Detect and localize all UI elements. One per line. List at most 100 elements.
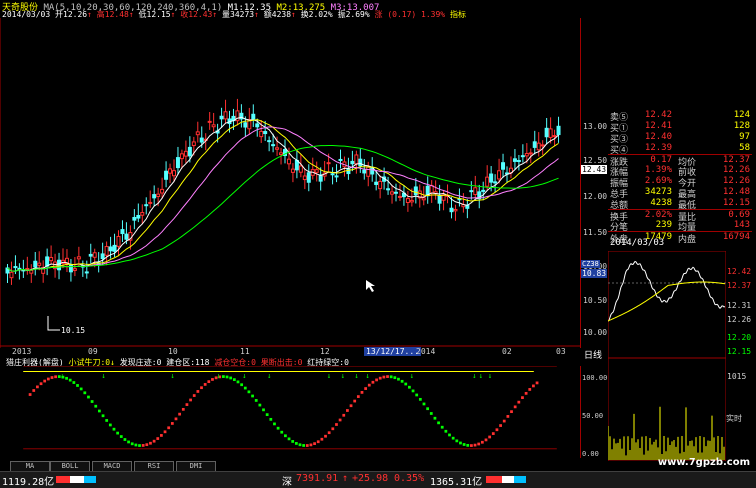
- price-label-1200: 12.00: [583, 192, 608, 201]
- indicator-step: [386, 375, 389, 378]
- low-marker-label: 10.15: [61, 326, 85, 335]
- quote-row: 买① 12.41 128: [608, 121, 752, 134]
- indicator-step: [90, 400, 94, 403]
- indicator-step: [87, 395, 90, 399]
- candle: [552, 135, 557, 138]
- indicator-step: [156, 437, 160, 440]
- candle: [9, 271, 14, 279]
- indicator-step: [68, 378, 72, 382]
- candle: [13, 266, 18, 269]
- indicator-step: [76, 384, 79, 387]
- arrow-down-icon: ↓: [488, 371, 492, 380]
- quote-value-2: 12.37: [722, 155, 750, 165]
- indicator-step: [251, 394, 254, 398]
- candle: [489, 173, 494, 183]
- arrow-down-icon: ↓: [354, 371, 358, 380]
- daily-label[interactable]: 日线: [584, 348, 602, 361]
- candle: [556, 125, 561, 136]
- current-price-tag: 12.43: [581, 165, 608, 174]
- candle: [275, 147, 280, 150]
- indicator-step: [364, 387, 368, 390]
- indicator-step: [418, 397, 422, 401]
- indicator-arrows: ↓ ↓ ↓ ↓ ↓ ↓ ↓ ↓ ↓ ↓ ↓ ↓ ↓ ↓: [60, 371, 492, 380]
- indicator-step: [225, 375, 229, 379]
- indicator-step: [455, 439, 459, 443]
- indicator-step: [400, 379, 404, 383]
- indicator-step: [389, 375, 393, 379]
- date-label-03: 03: [556, 347, 566, 356]
- candle: [469, 190, 474, 193]
- candle: [548, 128, 553, 138]
- candle: [497, 170, 502, 180]
- indicator-step: [134, 443, 138, 447]
- mini-price-5: 12.20: [727, 333, 752, 342]
- candle: [104, 246, 109, 256]
- indicator-step: [207, 380, 211, 384]
- intraday-price-group: [608, 260, 726, 322]
- candle: [112, 244, 117, 252]
- candle: [481, 189, 486, 192]
- indicator-scale: 100.00 50.00 0.00: [580, 366, 609, 458]
- candle: [267, 140, 272, 143]
- indicator-step: [105, 419, 109, 422]
- indicator-step: [79, 387, 83, 391]
- candle: [37, 262, 42, 266]
- mini-chart-header: 2014/03/03: [608, 238, 756, 250]
- indicator-step: [378, 376, 382, 380]
- mini-realtime-label[interactable]: 实时: [726, 413, 742, 424]
- indicator-chart[interactable]: ↓ ↓ ↓ ↓ ↓ ↓ ↓ ↓ ↓ ↓ ↓ ↓ ↓ ↓: [0, 366, 580, 458]
- quote-value: 2.69%: [644, 176, 672, 186]
- candle: [168, 168, 173, 174]
- indicator-step: [433, 416, 437, 420]
- arrow-down-icon: ↓: [216, 371, 220, 380]
- candle: [49, 256, 54, 262]
- sh-amount: 1119.28亿: [2, 477, 55, 488]
- candle: [330, 173, 335, 176]
- indicator-step: [408, 385, 411, 389]
- quote-value: 4238: [650, 198, 672, 208]
- candle: [528, 152, 533, 155]
- candle: [536, 142, 541, 151]
- ma30-line: [7, 144, 559, 272]
- indicator-step: [294, 442, 298, 445]
- intraday-chart[interactable]: [608, 251, 726, 461]
- price-label-1250: 12.50: [583, 156, 608, 165]
- candle: [152, 194, 157, 199]
- indicator-step: [429, 412, 433, 415]
- indicator-step: [411, 389, 415, 393]
- arrow-down-icon: ↓: [365, 371, 369, 380]
- mini-price-6: 12.15: [727, 347, 752, 356]
- candle: [378, 180, 383, 190]
- indicator-step: [101, 414, 105, 418]
- candle: [207, 120, 212, 123]
- candlestick-chart[interactable]: 10.15: [0, 18, 580, 348]
- indicator-step: [305, 444, 309, 447]
- candle: [92, 252, 97, 258]
- mini-price-2: 12.37: [727, 281, 752, 290]
- indicator-step: [324, 434, 327, 438]
- indicator-step: [437, 421, 440, 425]
- indicator-step: [397, 377, 400, 381]
- candle: [409, 199, 414, 203]
- sh-bar: [56, 476, 96, 483]
- indicator-step: [353, 399, 357, 403]
- indicator-step: [484, 438, 488, 442]
- indicator-step: [284, 434, 287, 438]
- candle: [394, 191, 398, 194]
- indicator-step: [327, 431, 331, 435]
- indicator-step: [499, 424, 502, 427]
- indicator-step: [262, 408, 265, 412]
- quote-value: 12.41: [644, 121, 672, 131]
- quote-value: 12.42: [644, 110, 672, 120]
- indicator-step: [532, 384, 535, 388]
- indicator-step: [356, 395, 360, 398]
- indicator-step: [232, 378, 236, 382]
- price-label-1050: 10.50: [583, 296, 608, 305]
- candle: [243, 122, 248, 128]
- arrow-down-icon: ↓: [170, 371, 174, 380]
- indicator-step: [98, 409, 101, 413]
- indicator-step: [513, 405, 517, 409]
- arrow-down-icon: ↓: [267, 371, 271, 380]
- indicator-step: [138, 444, 141, 447]
- sz-label: 深: [282, 477, 292, 488]
